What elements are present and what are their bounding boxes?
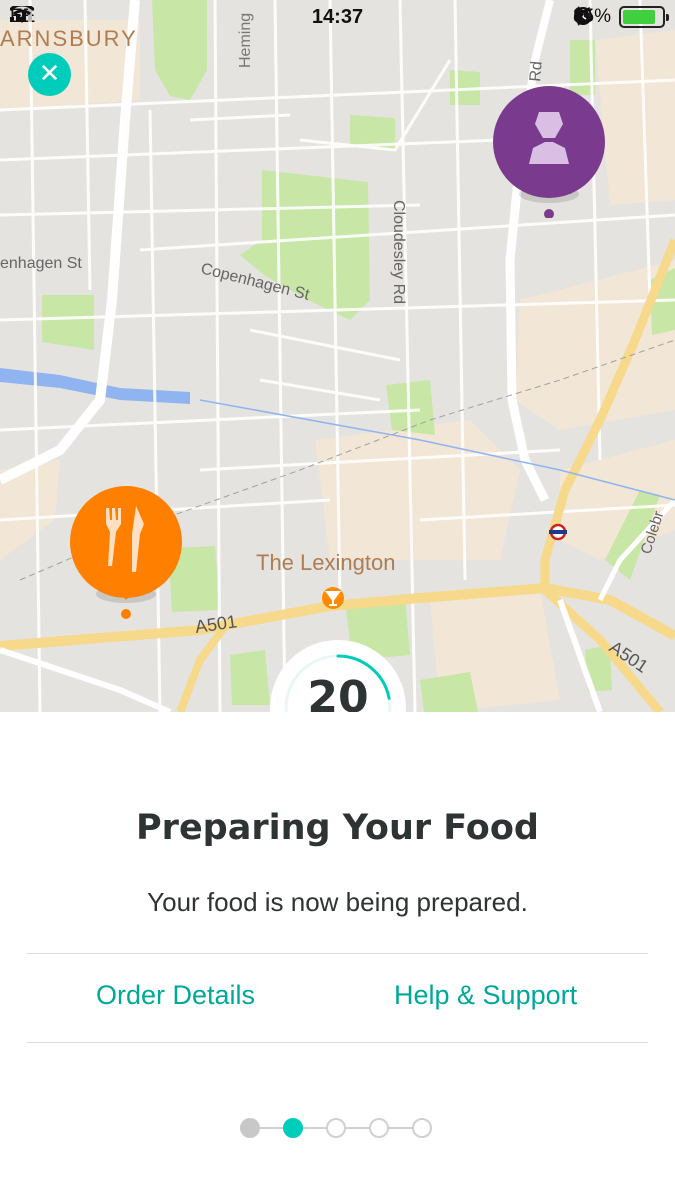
divider-bottom [27, 1042, 648, 1043]
progress-step-4 [369, 1118, 389, 1138]
restaurant-location-pin[interactable] [70, 486, 182, 620]
map-label-copenhagen-left: enhagen St [0, 255, 82, 272]
status-bar: EE 14:37 85 [0, 0, 675, 40]
close-button[interactable]: ✕ [28, 53, 71, 96]
status-right: 85% [573, 6, 669, 28]
delivery-map[interactable]: ARNSBURY Heming enhagen St Copenhagen St… [0, 0, 675, 712]
progress-step-3 [326, 1118, 346, 1138]
map-label-cloudesley: Cloudesley Rd [390, 200, 407, 304]
map-label-poi: The Lexington [256, 550, 395, 575]
divider-top [27, 953, 648, 954]
battery-icon [619, 6, 669, 28]
charging-icon [573, 7, 584, 25]
status-title: Preparing Your Food [136, 808, 539, 848]
close-icon: ✕ [38, 59, 61, 89]
progress-step-5 [412, 1118, 432, 1138]
progress-step-1 [240, 1118, 260, 1138]
order-status-panel: Preparing Your Food Your food is now bei… [0, 712, 675, 1200]
map-label-rd: Rd [527, 60, 546, 82]
help-support-link[interactable]: Help & Support [394, 980, 577, 1011]
map-label-a501-left: A501 [194, 611, 238, 637]
progress-steps [240, 1116, 436, 1140]
progress-step-2 [283, 1118, 303, 1138]
battery-level [623, 10, 656, 24]
customer-location-pin[interactable] [493, 86, 605, 218]
order-details-link[interactable]: Order Details [96, 980, 255, 1011]
status-message: Your food is now being prepared. [147, 887, 528, 917]
